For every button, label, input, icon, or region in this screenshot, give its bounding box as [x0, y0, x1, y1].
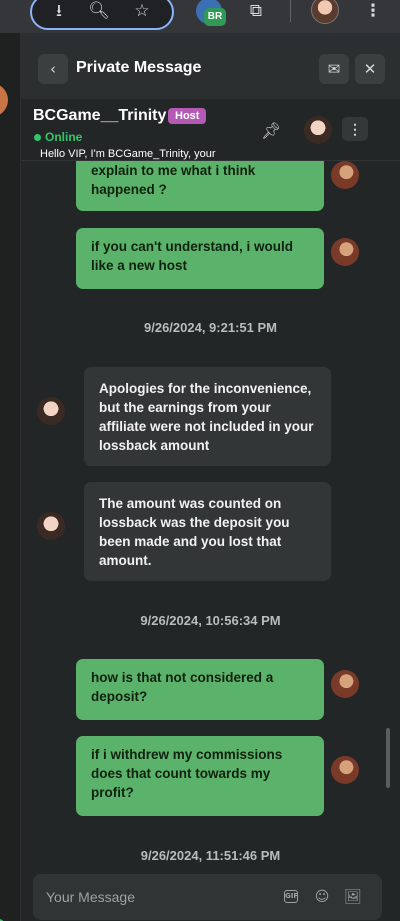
image-icon[interactable]: 🖼︎ [343, 887, 363, 907]
pin-icon[interactable]: 📌︎ [261, 121, 283, 143]
online-status: Online [45, 130, 83, 144]
browser-toolbar: ⭳ 🔍︎ ☆ BR ⧉ ⋮ [0, 0, 400, 33]
user-avatar[interactable] [331, 161, 359, 189]
host-name: BCGame__Trinity [33, 107, 167, 124]
sidebar-avatar[interactable] [0, 83, 8, 117]
incoming-message: Apologies for the inconvenience, but the… [84, 367, 331, 466]
outgoing-message: explain to me what i think happened ? [76, 161, 324, 211]
timestamp: 9/26/2024, 11:51:46 PM [140, 848, 281, 863]
download-icon[interactable]: ⭳ [48, 0, 70, 22]
welcome-message[interactable]: Hello VIP, I'm BCGame_Trinity, your [40, 148, 260, 160]
panel-topbar: ‹ Private Message ✉ ✕ [21, 33, 400, 99]
host-avatar-small[interactable] [37, 512, 65, 540]
host-avatar-small[interactable] [37, 397, 65, 425]
message-list[interactable]: explain to me what i think happened ? if… [21, 161, 400, 873]
timestamp: 9/26/2024, 9:21:51 PM [144, 320, 277, 335]
host-avatar[interactable] [304, 116, 332, 144]
zoom-icon[interactable]: 🔍︎ [88, 0, 110, 22]
outgoing-message: how is that not considered a deposit? [76, 659, 324, 720]
inbox-button[interactable]: ✉ [319, 54, 349, 84]
scrollbar-thumb[interactable] [386, 728, 390, 788]
host-header: BCGame__Trinity Host Online Hello VIP, I… [21, 99, 400, 161]
outgoing-message: if i withdrew my commissions does that c… [76, 736, 324, 816]
background-sidebar [0, 33, 21, 921]
outgoing-message: if you can't understand, i would like a … [76, 228, 324, 289]
timestamp: 9/26/2024, 10:56:34 PM [140, 613, 281, 628]
browser-user-avatar[interactable] [311, 0, 339, 24]
star-icon[interactable]: ☆ [131, 0, 153, 22]
online-indicator [34, 134, 41, 141]
profile-badge: BR [204, 8, 226, 26]
more-options-button[interactable]: ⋮ [342, 117, 368, 141]
incoming-message: The amount was counted on lossback was t… [84, 482, 331, 581]
back-button[interactable]: ‹ [38, 54, 68, 84]
more-icon[interactable]: ⋮ [362, 0, 384, 22]
gif-icon[interactable]: GIF [284, 890, 298, 903]
close-button[interactable]: ✕ [355, 54, 385, 84]
user-avatar[interactable] [331, 238, 359, 266]
user-avatar[interactable] [331, 670, 359, 698]
message-input[interactable] [33, 874, 263, 920]
toolbar-divider [290, 0, 291, 22]
emoji-icon[interactable]: ☺ [312, 887, 332, 907]
extensions-icon[interactable]: ⧉ [245, 0, 267, 22]
private-message-panel: ‹ Private Message ✉ ✕ BCGame__Trinity Ho… [21, 33, 400, 921]
message-composer: GIF ☺ 🖼︎ [33, 874, 382, 920]
user-avatar[interactable] [331, 756, 359, 784]
host-badge: Host [168, 108, 207, 124]
panel-title: Private Message [76, 59, 202, 76]
